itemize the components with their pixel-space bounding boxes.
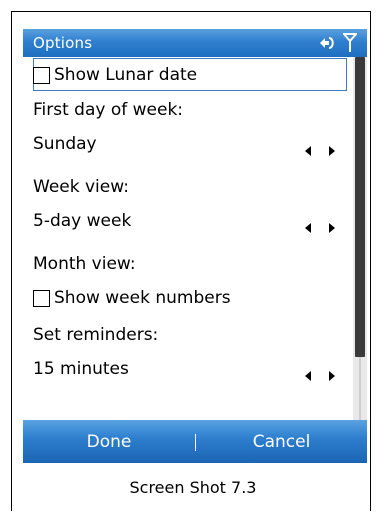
month-view-label-row: Month view: xyxy=(33,250,136,278)
options-list: Show Lunar date First day of week: Sunda… xyxy=(23,57,353,420)
device-screen: Options Show Lunar date First day of wee… xyxy=(23,29,367,463)
right-arrow-icon[interactable] xyxy=(329,146,335,156)
week-view-value: 5-day week xyxy=(33,211,132,231)
show-lunar-date-checkbox[interactable] xyxy=(33,66,50,84)
week-view-label-row: Week view: xyxy=(33,173,129,201)
first-day-of-week-value: Sunday xyxy=(33,134,97,154)
first-day-of-week-arrows[interactable] xyxy=(305,137,335,165)
set-reminders-label-row: Set reminders: xyxy=(33,321,158,349)
set-reminders-label: Set reminders: xyxy=(33,325,159,345)
scrollbar-thumb[interactable] xyxy=(355,57,365,357)
first-day-of-week-label-row: First day of week: xyxy=(33,96,183,124)
month-view-label: Month view: xyxy=(33,254,136,274)
connectivity-icon[interactable] xyxy=(317,34,337,52)
status-icons xyxy=(317,32,357,54)
page-title: Options xyxy=(33,34,93,52)
show-lunar-date-label: Show Lunar date xyxy=(54,65,198,85)
left-arrow-icon[interactable] xyxy=(305,146,311,156)
first-day-of-week-label: First day of week: xyxy=(33,100,184,120)
week-view-arrows[interactable] xyxy=(305,214,335,242)
show-week-numbers-option[interactable]: Show week numbers xyxy=(33,284,231,312)
softkey-bar: Done Cancel xyxy=(23,420,367,463)
vertical-scrollbar[interactable] xyxy=(353,57,367,420)
show-week-numbers-label: Show week numbers xyxy=(54,288,231,308)
right-arrow-icon[interactable] xyxy=(329,223,335,233)
set-reminders-arrows[interactable] xyxy=(305,362,335,390)
figure-caption: Screen Shot 7.3 xyxy=(129,478,257,497)
left-arrow-icon[interactable] xyxy=(305,223,311,233)
show-week-numbers-checkbox[interactable] xyxy=(33,289,50,307)
right-arrow-icon[interactable] xyxy=(329,371,335,381)
done-button[interactable]: Done xyxy=(23,420,195,463)
left-arrow-icon[interactable] xyxy=(305,371,311,381)
week-view-label: Week view: xyxy=(33,177,129,197)
show-lunar-date-option[interactable]: Show Lunar date xyxy=(33,61,197,89)
set-reminders-value: 15 minutes xyxy=(33,359,129,379)
title-bar: Options xyxy=(23,29,367,57)
signal-icon[interactable] xyxy=(343,33,357,53)
cancel-button[interactable]: Cancel xyxy=(196,420,367,463)
